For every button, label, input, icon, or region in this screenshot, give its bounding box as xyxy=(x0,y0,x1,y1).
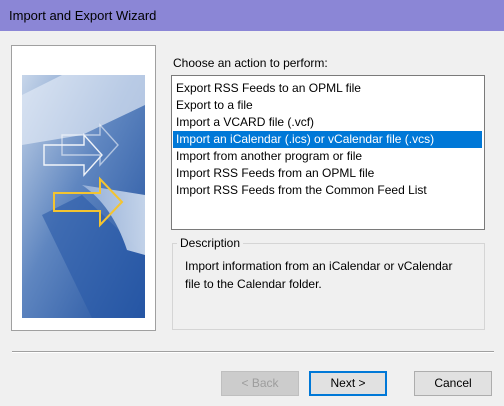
action-import-rss-common-feed[interactable]: Import RSS Feeds from the Common Feed Li… xyxy=(173,182,482,199)
description-group: Description Import information from an i… xyxy=(172,236,485,330)
wizard-illustration xyxy=(22,75,145,318)
cancel-button[interactable]: Cancel xyxy=(414,371,492,396)
action-export-rss-opml[interactable]: Export RSS Feeds to an OPML file xyxy=(173,80,482,97)
action-export-to-file[interactable]: Export to a file xyxy=(173,97,482,114)
action-import-icalendar[interactable]: Import an iCalendar (.ics) or vCalendar … xyxy=(173,131,482,148)
title-bar[interactable]: Import and Export Wizard xyxy=(0,0,504,31)
choose-action-label: Choose an action to perform: xyxy=(173,56,328,70)
next-button[interactable]: Next > xyxy=(309,371,387,396)
description-text: Import information from an iCalendar or … xyxy=(185,259,453,291)
action-import-vcard[interactable]: Import a VCARD file (.vcf) xyxy=(173,114,482,131)
action-import-from-program[interactable]: Import from another program or file xyxy=(173,148,482,165)
back-button[interactable]: < Back xyxy=(221,371,299,396)
action-listbox[interactable]: Export RSS Feeds to an OPML file Export … xyxy=(171,75,485,230)
action-import-rss-opml[interactable]: Import RSS Feeds from an OPML file xyxy=(173,165,482,182)
wizard-illustration-frame xyxy=(11,45,156,331)
footer-separator xyxy=(12,351,494,353)
description-legend: Description xyxy=(177,236,244,250)
window-title: Import and Export Wizard xyxy=(9,8,157,23)
